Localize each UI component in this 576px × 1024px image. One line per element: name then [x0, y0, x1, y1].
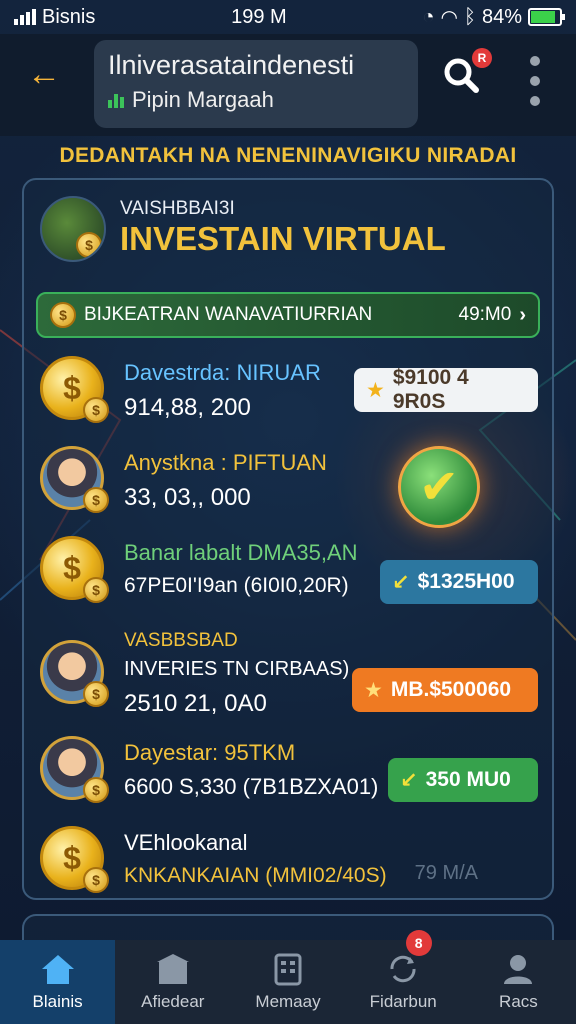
search-badge: R	[472, 48, 492, 68]
row-kicker: VASBBSBAD	[124, 630, 238, 651]
coin-icon: $	[83, 487, 109, 513]
search-subtitle: Pipin Margaah	[132, 87, 274, 112]
total-value: 49:M0	[458, 304, 512, 325]
home-icon	[41, 955, 74, 984]
store-icon	[156, 954, 189, 984]
list-item[interactable]: $ VASBBSBAD INVERIES TN CIRBAAS) 2510 21…	[38, 630, 538, 726]
coin-icon: $	[83, 777, 109, 803]
price-chip[interactable]: ↙ $1325H00	[380, 560, 538, 604]
chip-label: 350 MU0	[425, 768, 511, 791]
row-title: VEhlookanal	[124, 830, 248, 855]
down-arrow-icon: ↙	[392, 570, 410, 594]
list-item[interactable]: $ $ VEhlookanal KNKANKAIAN (MMI02/40S) 79…	[38, 826, 538, 916]
row-title: Banar labalt DMA35,AN	[124, 540, 358, 565]
card-kicker: VAISHBBAI3I	[120, 198, 235, 219]
user-icon	[504, 955, 533, 984]
price-chip[interactable]: ★ $9100 4 9R0S	[354, 366, 538, 413]
app-header: ← Ilniverasataindenesti Pipin Margaah R	[0, 34, 576, 136]
faded-value: 79 M/A	[414, 862, 478, 884]
row-value: 914,88, 200	[124, 394, 251, 421]
status-bar: Bisnis 199 M ◔ ◠ ᛒ 84%	[0, 0, 576, 34]
search-button[interactable]: R	[442, 48, 492, 102]
nav-label: Fidarbun	[369, 992, 437, 1011]
list-item[interactable]: $ Dayestar: 95TKM 6600 S,330 (7B1BZXA01)…	[38, 736, 538, 826]
row-value: 33, 03,, 000	[124, 484, 251, 511]
total-bar[interactable]: $ BIJKEATRAN WANAVATIURRIAN 49:M0 ›	[36, 292, 540, 338]
bar-chart-icon	[108, 92, 124, 108]
card-avatar: $	[40, 196, 106, 262]
star-icon: ★	[364, 678, 383, 702]
coin-icon: $	[83, 867, 109, 893]
wifi-icon: ◠	[440, 6, 458, 29]
avatar: $	[40, 640, 109, 707]
row-title: INVERIES TN CIRBAAS)	[124, 658, 350, 680]
total-label: BIJKEATRAN WANAVATIURRIAN	[84, 304, 373, 325]
investment-card: $ VAISHBBAI3I INVESTAIN VIRTUAL $ BIJKEA…	[22, 178, 554, 900]
list-item[interactable]: $ Anystkna : PIFTUAN 33, 03,, 000 ✔	[38, 446, 538, 536]
battery-icon	[528, 8, 565, 26]
nav-item-refresh[interactable]: 8 Fidarbun	[346, 930, 461, 1024]
row-title: Davestrda: NIRUAR	[124, 360, 321, 385]
coin-icon: $	[83, 577, 109, 603]
carrier-name: Bisnis	[42, 5, 96, 28]
building-icon	[274, 953, 302, 986]
list-item[interactable]: $ $ Banar labalt DMA35,AN 67PE0I'I9an (6I…	[38, 536, 538, 626]
row-value: 6600 S,330 (7B1BZXA01)	[124, 774, 379, 799]
nav-item-home[interactable]: Blainis	[0, 940, 116, 1024]
gold-coin-icon: $ $	[40, 536, 109, 603]
coin-icon: $	[83, 397, 109, 423]
signal-icon	[14, 9, 36, 25]
nav-item-store[interactable]: Afiedear	[115, 940, 230, 1024]
refresh-icon	[390, 955, 416, 983]
bottom-nav: Blainis Afiedear Memaay 8 Fidarbun Racs	[0, 930, 576, 1024]
bluetooth-icon: ᛒ	[463, 5, 476, 28]
clock-icon: ◔	[422, 5, 435, 28]
card-title: INVESTAIN VIRTUAL	[120, 220, 446, 257]
row-title: Anystkna : PIFTUAN	[124, 450, 327, 475]
price-chip[interactable]: ★ MB.$500060	[352, 668, 538, 712]
row-value: 67PE0I'I9an (6I0I0,20R)	[124, 574, 349, 597]
avatar: $	[40, 736, 109, 803]
nav-label: Blainis	[32, 992, 83, 1011]
banner-text: DEDANTAKH NA NENENINAVIGIKU NIRADAI	[59, 144, 517, 167]
row-title: Dayestar: 95TKM	[124, 740, 296, 765]
price-chip[interactable]: ↙ 350 MU0	[388, 758, 538, 802]
coin-icon: $	[50, 302, 76, 328]
down-arrow-icon: ↙	[400, 768, 418, 792]
nav-label: Afiedear	[141, 992, 205, 1011]
notification-badge: 8	[405, 930, 432, 956]
battery-percent: 84%	[481, 5, 522, 28]
gold-coin-icon: $ $	[40, 356, 109, 423]
nav-item-building[interactable]: Memaay	[230, 940, 345, 1024]
avatar: $	[40, 446, 109, 513]
back-arrow-icon[interactable]: ←	[22, 52, 66, 96]
chip-label: MB.$500060	[390, 678, 512, 701]
nav-label: Memaay	[255, 992, 321, 1011]
checkmark-icon: ✔	[418, 461, 460, 514]
status-time: 199 M	[231, 5, 287, 28]
list-item[interactable]: $ $ Davestrda: NIRUAR 914,88, 200 ★ $9100…	[38, 356, 538, 446]
confirm-check-button[interactable]: ✔	[398, 446, 480, 528]
nav-label: Racs	[499, 992, 538, 1011]
search-box[interactable]: Ilniverasataindenesti Pipin Margaah	[94, 40, 418, 128]
chip-label: $1325H00	[417, 570, 515, 593]
gold-coin-icon: $ $	[40, 826, 109, 893]
chevron-right-icon: ›	[519, 303, 526, 326]
row-value: KNKANKAIAN (MMI02/40S)	[124, 864, 387, 887]
nav-item-profile[interactable]: Racs	[461, 940, 576, 1024]
coin-icon: $	[83, 681, 109, 707]
chip-label: $9100 4 9R0S	[392, 366, 469, 413]
coin-icon: $	[76, 232, 102, 258]
search-title: Ilniverasataindenesti	[108, 50, 355, 80]
more-menu-icon[interactable]	[524, 56, 546, 122]
star-icon: ★	[366, 378, 385, 402]
row-value: 2510 21, 0A0	[124, 690, 267, 717]
